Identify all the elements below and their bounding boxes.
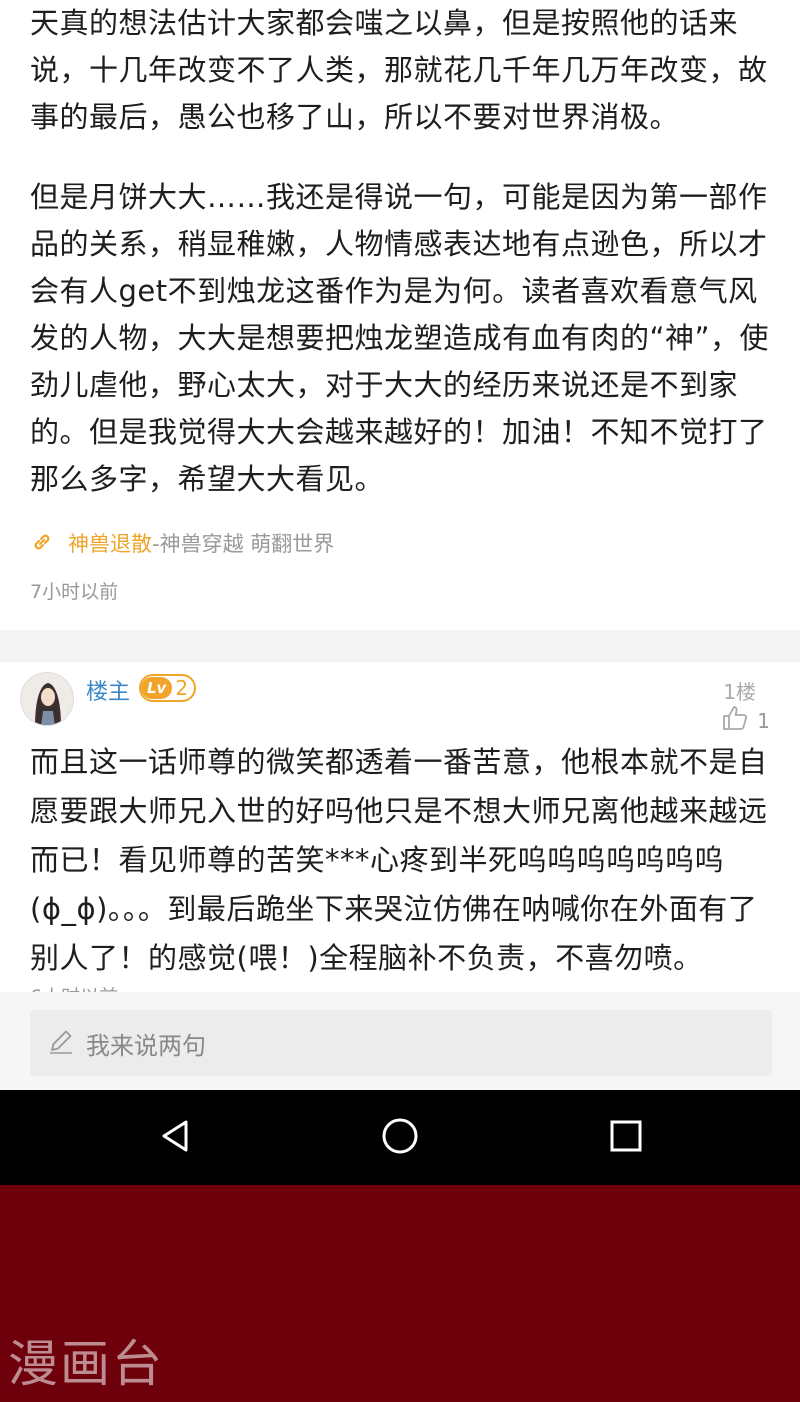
recent-square-icon xyxy=(609,1119,643,1157)
bottom-banner: 漫画台 xyxy=(0,1185,800,1402)
reply-timestamp: 6小时以前 xyxy=(30,982,118,992)
topic-tag[interactable]: 神兽退散 -神兽穿越 萌翻世界 xyxy=(30,527,334,559)
watermark: 漫画台 xyxy=(8,1335,164,1393)
floor-number: 1楼 xyxy=(723,680,756,704)
post-paragraph-2: 但是月饼大大……我还是得说一句，可能是因为第一部作品的关系，稍显稚嫩，人物情感表… xyxy=(30,180,770,496)
avatar[interactable] xyxy=(20,672,74,726)
section-divider xyxy=(0,630,800,662)
topic-tag-name[interactable]: 神兽退散 xyxy=(68,528,152,558)
thumbs-up-icon xyxy=(721,704,757,737)
topic-tag-subtitle: -神兽穿越 萌翻世界 xyxy=(152,532,335,556)
post-timestamp: 7小时以前 xyxy=(30,581,119,603)
back-button[interactable] xyxy=(156,1118,196,1158)
like-count: 1 xyxy=(757,708,770,733)
home-button[interactable] xyxy=(380,1118,420,1158)
level-badge: Lv 2 xyxy=(139,674,197,702)
like-button[interactable]: 1 xyxy=(721,704,770,737)
back-triangle-icon xyxy=(158,1118,194,1158)
home-circle-icon xyxy=(380,1116,420,1160)
comment-bar: 我来说两句 xyxy=(0,992,800,1090)
system-nav-bar xyxy=(0,1090,800,1185)
comment-input[interactable]: 我来说两句 xyxy=(30,1010,772,1076)
level-badge-number: 2 xyxy=(175,676,189,700)
link-icon xyxy=(30,530,56,556)
pencil-icon xyxy=(46,1026,86,1060)
reply-text: 而且这一话师尊的微笑都透着一番苦意，他根本就不是自愿要跟大师兄入世的好吗他只是不… xyxy=(30,745,768,975)
reply-item: 楼主 Lv 2 1楼 1 而且这一话师尊的微笑都透着一番苦意，他根本就不是自愿要… xyxy=(0,662,800,992)
recent-apps-button[interactable] xyxy=(606,1118,646,1158)
username[interactable]: 楼主 xyxy=(86,674,130,706)
comment-input-placeholder: 我来说两句 xyxy=(86,1031,206,1060)
level-badge-prefix: Lv xyxy=(141,677,173,699)
post-paragraph-1: 天真的想法估计大家都会嗤之以鼻，但是按照他的话来说，十几年改变不了人类，那就花几… xyxy=(30,6,768,134)
